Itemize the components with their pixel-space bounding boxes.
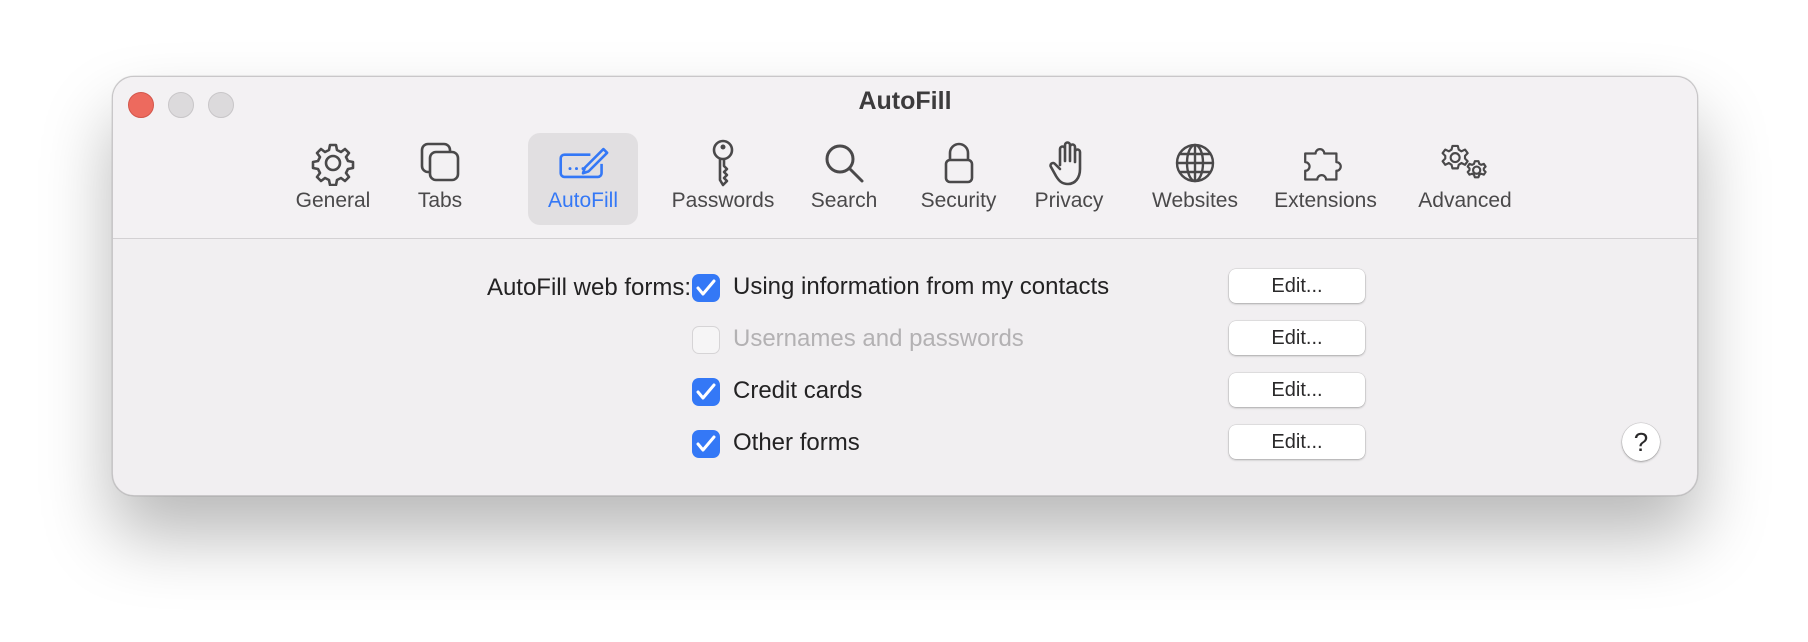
preferences-window: AutoFill General Tabs AutoFill Passwords… <box>112 76 1698 496</box>
tab-search-label: Search <box>810 189 878 212</box>
tab-autofill[interactable]: AutoFill <box>528 133 638 225</box>
credit-cards-option-label: Credit cards <box>733 377 863 404</box>
help-button[interactable]: ? <box>1622 423 1660 461</box>
option-row-other-forms: Other forms Edit... <box>113 424 1697 464</box>
tab-websites[interactable]: Websites <box>1125 133 1265 225</box>
autofill-pane: AutoFill web forms: Using information fr… <box>113 239 1697 495</box>
hand-icon <box>1043 139 1095 187</box>
globe-icon <box>1169 139 1221 187</box>
autofill-section-label: AutoFill web forms: <box>486 274 691 301</box>
edit-credit-cards-button[interactable]: Edit... <box>1229 373 1365 407</box>
magnifier-icon <box>818 139 870 187</box>
other-forms-option-label: Other forms <box>733 429 860 456</box>
autofill-icon <box>557 139 609 187</box>
edit-other-forms-button[interactable]: Edit... <box>1229 425 1365 459</box>
tab-autofill-label: AutoFill <box>547 189 619 212</box>
edit-usernames-passwords-button[interactable]: Edit... <box>1229 321 1365 355</box>
titlebar: AutoFill General Tabs AutoFill Passwords… <box>113 77 1697 239</box>
tab-security[interactable]: Security <box>901 133 1016 225</box>
puzzle-icon <box>1300 139 1352 187</box>
usernames-passwords-option-label: Usernames and passwords <box>733 325 1024 352</box>
gear-icon <box>307 139 359 187</box>
tab-general-label: General <box>295 189 371 212</box>
option-row-credit-cards: Credit cards Edit... <box>113 372 1697 412</box>
tab-search[interactable]: Search <box>794 133 894 225</box>
key-icon <box>697 139 749 187</box>
tab-security-label: Security <box>920 189 997 212</box>
preferences-toolbar: General Tabs AutoFill Passwords Search S… <box>113 133 1697 233</box>
tab-extensions[interactable]: Extensions <box>1248 133 1403 225</box>
tab-general[interactable]: General <box>283 133 383 225</box>
credit-cards-checkbox[interactable] <box>692 378 720 406</box>
tab-advanced[interactable]: Advanced <box>1390 133 1540 225</box>
tab-websites-label: Websites <box>1152 189 1238 212</box>
option-row-usernames: Usernames and passwords Edit... <box>113 320 1697 360</box>
tab-privacy[interactable]: Privacy <box>1024 133 1114 225</box>
lock-icon <box>933 139 985 187</box>
edit-contacts-button[interactable]: Edit... <box>1229 269 1365 303</box>
contacts-checkbox[interactable] <box>692 274 720 302</box>
tab-extensions-label: Extensions <box>1274 189 1377 212</box>
tab-tabs[interactable]: Tabs <box>395 133 485 225</box>
tab-tabs-label: Tabs <box>417 189 463 212</box>
tab-privacy-label: Privacy <box>1034 189 1104 212</box>
tabs-icon <box>414 139 466 187</box>
usernames-passwords-checkbox <box>692 326 720 354</box>
tab-passwords[interactable]: Passwords <box>648 133 798 225</box>
other-forms-checkbox[interactable] <box>692 430 720 458</box>
tab-advanced-label: Advanced <box>1418 189 1512 212</box>
window-title: AutoFill <box>858 87 952 115</box>
option-row-contacts: AutoFill web forms: Using information fr… <box>113 268 1697 308</box>
contacts-option-label: Using information from my contacts <box>733 273 1110 300</box>
gears-icon <box>1439 139 1491 187</box>
tab-passwords-label: Passwords <box>671 189 775 212</box>
